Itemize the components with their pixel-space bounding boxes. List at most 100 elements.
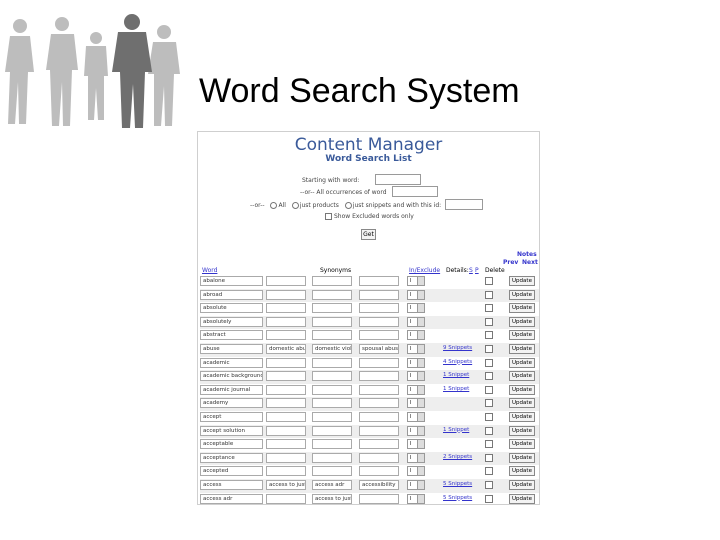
show-excluded-checkbox[interactable]	[325, 213, 332, 220]
synonym-input-3[interactable]	[359, 411, 399, 422]
radio-just-snippets[interactable]	[344, 202, 352, 209]
word-input[interactable]: academic journal	[200, 384, 263, 395]
delete-checkbox[interactable]	[485, 344, 493, 353]
synonym-input-3[interactable]	[359, 384, 399, 395]
inexclude-select[interactable]: I	[407, 425, 425, 436]
word-input[interactable]: acceptance	[200, 452, 263, 463]
delete-checkbox[interactable]	[485, 385, 493, 394]
synonym-input-2[interactable]	[312, 452, 352, 463]
synonym-input-3[interactable]	[359, 425, 399, 436]
notes-link[interactable]: Notes	[517, 251, 537, 258]
inexclude-select[interactable]: I	[407, 276, 425, 286]
synonym-input-2[interactable]	[312, 276, 352, 286]
column-header-inexclude[interactable]: In/Exclude	[409, 267, 440, 274]
word-input[interactable]: absolute	[200, 303, 263, 314]
delete-checkbox[interactable]	[485, 277, 493, 285]
word-input[interactable]: academic	[200, 357, 263, 368]
radio-just-products[interactable]	[291, 202, 299, 209]
inexclude-select[interactable]: I	[407, 384, 425, 395]
details-snippets-link[interactable]: 1 Snippet	[443, 427, 469, 433]
word-input[interactable]: access adr	[200, 493, 263, 504]
update-button[interactable]: Update	[509, 466, 535, 477]
details-snippets-link[interactable]: 5 Snippets	[443, 481, 472, 487]
word-input[interactable]: academic background	[200, 371, 263, 382]
delete-checkbox[interactable]	[485, 331, 493, 340]
update-button[interactable]: Update	[509, 411, 535, 422]
delete-checkbox[interactable]	[485, 494, 493, 503]
inexclude-select[interactable]: I	[407, 357, 425, 368]
synonym-input-2[interactable]	[312, 398, 352, 409]
next-link[interactable]: Next	[522, 259, 538, 266]
inexclude-select[interactable]: I	[407, 439, 425, 450]
synonym-input-3[interactable]	[359, 452, 399, 463]
update-button[interactable]: Update	[509, 439, 535, 450]
delete-checkbox[interactable]	[485, 453, 493, 462]
inexclude-select[interactable]: I	[407, 303, 425, 314]
synonym-input-1[interactable]	[266, 371, 306, 382]
word-input[interactable]: absolutely	[200, 316, 263, 327]
column-header-word[interactable]: Word	[202, 267, 217, 274]
synonym-input-2[interactable]	[312, 384, 352, 395]
synonym-input-3[interactable]	[359, 357, 399, 368]
update-button[interactable]: Update	[509, 303, 535, 314]
inexclude-select[interactable]: I	[407, 466, 425, 477]
word-input[interactable]: abalone	[200, 276, 263, 286]
synonym-input-2[interactable]	[312, 357, 352, 368]
details-snippets-link[interactable]: 1 Snippet	[443, 386, 469, 392]
delete-checkbox[interactable]	[485, 317, 493, 326]
inexclude-select[interactable]: I	[407, 398, 425, 409]
all-occurrences-input[interactable]	[392, 186, 438, 197]
delete-checkbox[interactable]	[485, 426, 493, 435]
inexclude-select[interactable]: I	[407, 289, 425, 300]
prev-link[interactable]: Prev	[503, 259, 518, 266]
radio-all[interactable]	[270, 202, 278, 209]
synonym-input-1[interactable]	[266, 411, 306, 422]
synonym-input-2[interactable]	[312, 466, 352, 477]
inexclude-select[interactable]: I	[407, 371, 425, 382]
synonym-input-1[interactable]	[266, 289, 306, 300]
details-snippets-link[interactable]: 4 Snippets	[443, 359, 472, 365]
update-button[interactable]: Update	[509, 384, 535, 395]
update-button[interactable]: Update	[509, 357, 535, 368]
details-snippets-link[interactable]: 2 Snippets	[443, 454, 472, 460]
synonym-input-1[interactable]	[266, 276, 306, 286]
synonym-input-2[interactable]	[312, 439, 352, 450]
synonym-input-1[interactable]	[266, 466, 306, 477]
update-button[interactable]: Update	[509, 371, 535, 382]
details-snippets-link[interactable]: 1 Snippet	[443, 372, 469, 378]
synonym-input-3[interactable]	[359, 371, 399, 382]
word-input[interactable]: accept	[200, 411, 263, 422]
synonym-input-3[interactable]	[359, 289, 399, 300]
update-button[interactable]: Update	[509, 398, 535, 409]
word-input[interactable]: academy	[200, 398, 263, 409]
synonym-input-2[interactable]: access adr	[312, 479, 352, 490]
word-input[interactable]: accept solution	[200, 425, 263, 436]
synonym-input-1[interactable]	[266, 384, 306, 395]
synonym-input-2[interactable]	[312, 316, 352, 327]
word-input[interactable]: abstract	[200, 330, 263, 341]
word-input[interactable]: access	[200, 479, 263, 490]
synonym-input-3[interactable]	[359, 493, 399, 504]
synonym-input-1[interactable]: domestic abuse	[266, 343, 306, 354]
delete-checkbox[interactable]	[485, 372, 493, 381]
snippet-id-input[interactable]	[445, 199, 483, 210]
synonym-input-3[interactable]	[359, 303, 399, 314]
synonym-input-1[interactable]	[266, 303, 306, 314]
synonym-input-3[interactable]: accessibility	[359, 479, 399, 490]
synonym-input-1[interactable]	[266, 452, 306, 463]
starting-word-input[interactable]	[375, 174, 421, 185]
synonym-input-1[interactable]	[266, 398, 306, 409]
synonym-input-1[interactable]	[266, 493, 306, 504]
synonym-input-3[interactable]	[359, 439, 399, 450]
update-button[interactable]: Update	[509, 330, 535, 341]
delete-checkbox[interactable]	[485, 412, 493, 421]
word-input[interactable]: abuse	[200, 343, 263, 354]
synonym-input-1[interactable]	[266, 425, 306, 436]
synonym-input-2[interactable]	[312, 425, 352, 436]
delete-checkbox[interactable]	[485, 358, 493, 367]
delete-checkbox[interactable]	[485, 399, 493, 408]
inexclude-select[interactable]: I	[407, 479, 425, 490]
synonym-input-3[interactable]	[359, 330, 399, 341]
inexclude-select[interactable]: I	[407, 411, 425, 422]
synonym-input-1[interactable]	[266, 330, 306, 341]
